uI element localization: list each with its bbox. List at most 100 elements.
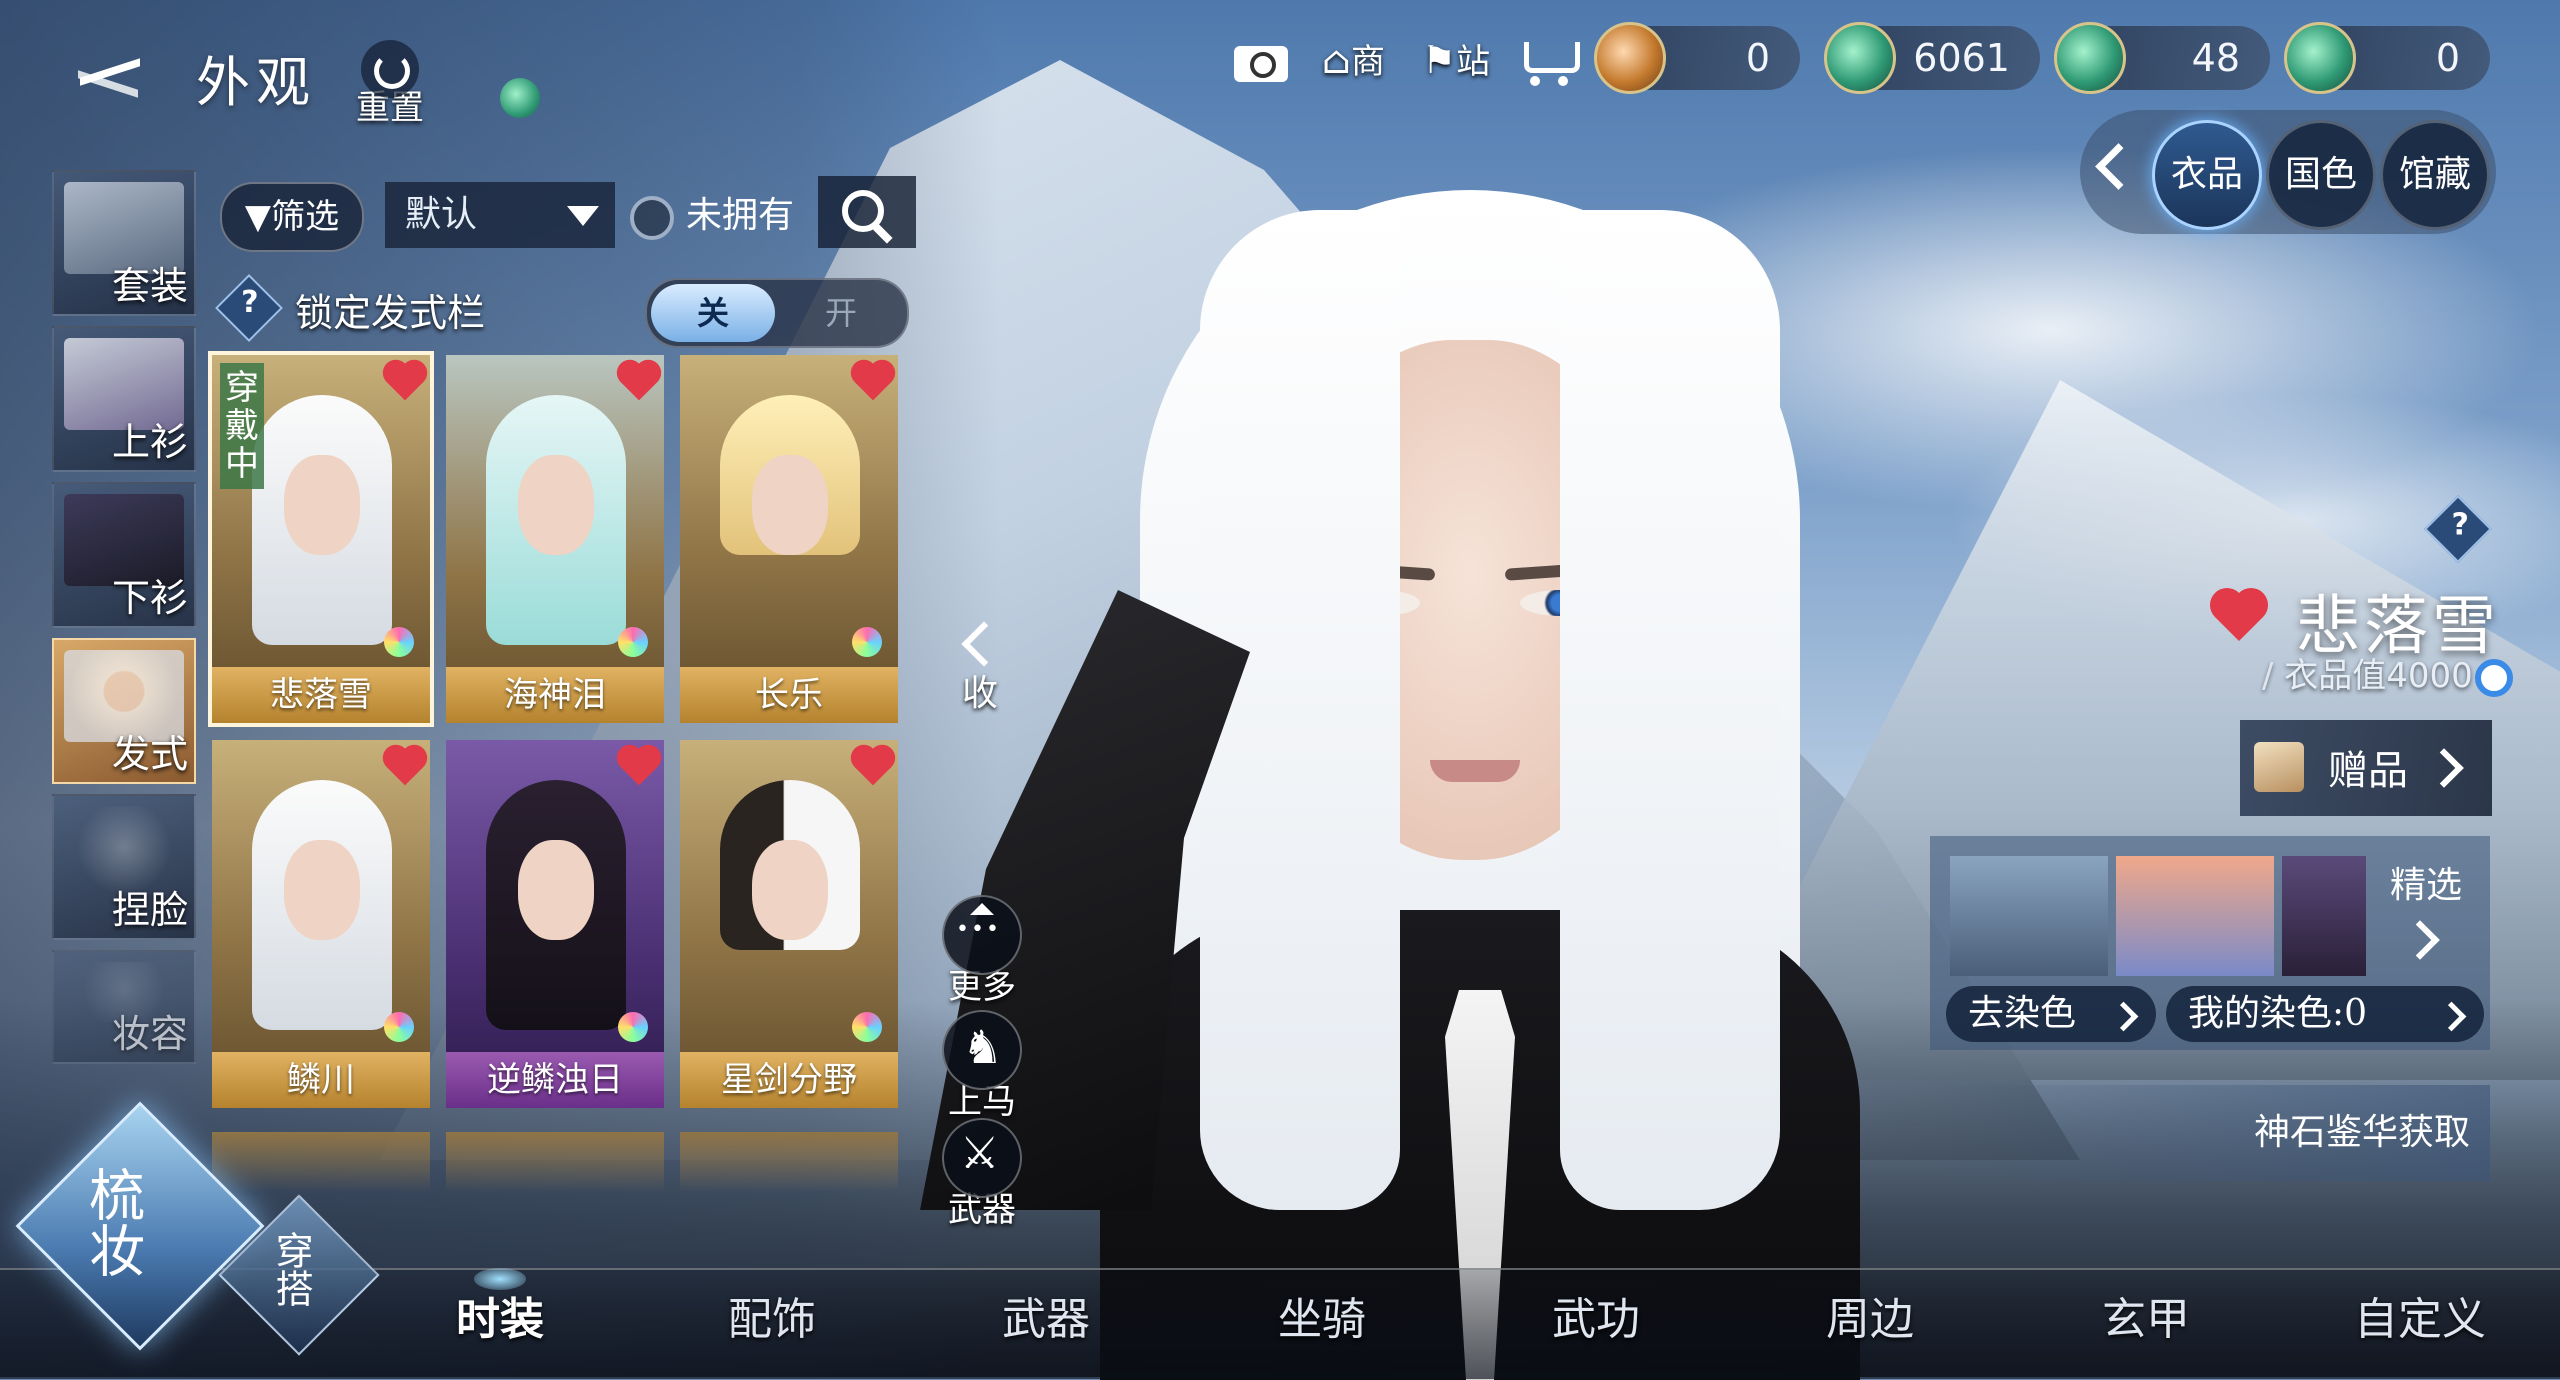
tab-peripherals[interactable]: 周边 bbox=[1780, 1280, 1960, 1360]
currency-value: 0 bbox=[1745, 36, 1770, 80]
help-glyph: ? bbox=[241, 284, 259, 320]
tab-accessories[interactable]: 配饰 bbox=[682, 1280, 862, 1360]
chevron-left-icon bbox=[961, 621, 1007, 667]
sort-dropdown[interactable]: 默认 bbox=[385, 182, 615, 248]
camera-button[interactable] bbox=[1230, 30, 1292, 90]
tab-collection[interactable]: 馆藏 bbox=[2380, 120, 2490, 230]
hairstyle-card[interactable]: 星剑分野 bbox=[680, 740, 898, 1108]
lock-toggle[interactable]: 关 开 bbox=[645, 278, 909, 348]
tab-fashion[interactable]: 时装 bbox=[410, 1268, 590, 1360]
mount-button[interactable]: 上马 bbox=[940, 1010, 1024, 1123]
tab-custom[interactable]: 自定义 bbox=[2330, 1280, 2510, 1360]
chevron-right-icon bbox=[2400, 920, 2440, 960]
currency-jade-gold[interactable]: 0 bbox=[1594, 22, 1800, 94]
hairstyle-card-partial[interactable] bbox=[212, 1132, 430, 1192]
dye-orb-icon bbox=[384, 627, 414, 657]
dye-panel: 精选 去染色 我的染色:0 bbox=[1930, 836, 2490, 1050]
gift-label: 赠品 bbox=[2328, 748, 2408, 794]
right-tab-group: 衣品 国色 馆藏 bbox=[2080, 110, 2496, 234]
tab-martial-arts[interactable]: 武功 bbox=[1506, 1280, 1686, 1360]
currency-jade-3[interactable]: 0 bbox=[2284, 22, 2490, 94]
collapse-label: 收 bbox=[961, 673, 998, 714]
category-tab-hairstyle[interactable]: 发式 bbox=[52, 638, 196, 784]
dye-preview[interactable] bbox=[2116, 856, 2274, 976]
funnel-icon: ▼ bbox=[244, 197, 272, 237]
station-button[interactable]: ⚑站 bbox=[1422, 30, 1502, 90]
filter-label: 筛选 bbox=[271, 197, 340, 237]
dye-orb-icon bbox=[384, 1012, 414, 1042]
hairstyle-card[interactable]: 长乐 bbox=[680, 355, 898, 723]
chevron-left-icon[interactable] bbox=[2095, 143, 2142, 190]
hairstyle-name: 鳞川 bbox=[212, 1052, 430, 1108]
info-dot-icon[interactable] bbox=[2474, 658, 2513, 697]
hairstyle-card[interactable]: 海神泪 bbox=[446, 355, 664, 723]
currency-value: 48 bbox=[2191, 36, 2240, 80]
hairstyle-card-partial[interactable] bbox=[680, 1132, 898, 1192]
hairstyle-card[interactable]: 穿戴中 悲落雪 bbox=[208, 351, 434, 727]
hairstyle-portrait bbox=[232, 780, 410, 1030]
shop-icon: ⌂ bbox=[1322, 38, 1352, 82]
hairstyle-card-partial[interactable] bbox=[446, 1132, 664, 1192]
hairstyle-name: 悲落雪 bbox=[212, 667, 430, 723]
chevron-down-icon bbox=[567, 206, 599, 226]
jade-orb-icon[interactable] bbox=[500, 78, 540, 118]
reset-button[interactable]: 重置 bbox=[350, 40, 430, 130]
clothing-value: / 衣品值4000 bbox=[2262, 648, 2513, 697]
value-text: 衣品值4000 bbox=[2284, 656, 2473, 696]
search-button[interactable] bbox=[818, 176, 916, 248]
category-tab-suit[interactable]: 套装 bbox=[52, 170, 196, 316]
category-tab-top[interactable]: 上衫 bbox=[52, 326, 196, 472]
currency-jade-2[interactable]: 48 bbox=[2054, 22, 2270, 94]
collapse-button[interactable]: 收 bbox=[950, 621, 1010, 738]
help-glyph: ? bbox=[2451, 507, 2469, 543]
unowned-checkbox[interactable]: 未拥有 bbox=[630, 186, 794, 246]
featured-button[interactable]: 精选 bbox=[2376, 856, 2476, 976]
mouth bbox=[1430, 760, 1520, 782]
more-button[interactable]: 更多 bbox=[940, 895, 1024, 1008]
hair-strand-right bbox=[1560, 210, 1780, 1210]
dye-orb-icon bbox=[618, 1012, 648, 1042]
sword-icon bbox=[942, 1118, 1022, 1198]
tab-mounts[interactable]: 坐骑 bbox=[1232, 1280, 1412, 1360]
remove-dye-button[interactable]: 去染色 bbox=[1946, 986, 2156, 1042]
chevron-right-icon bbox=[2108, 1001, 2139, 1032]
dye-preview[interactable] bbox=[2282, 856, 2366, 976]
dye-orb-icon bbox=[852, 1012, 882, 1042]
weapon-button[interactable]: 武器 bbox=[940, 1118, 1024, 1231]
character-model[interactable] bbox=[920, 190, 1880, 1380]
jade-gold-coin-icon bbox=[1594, 22, 1666, 94]
category-label: 上衫 bbox=[111, 420, 188, 464]
category-tab-bottom[interactable]: 下衫 bbox=[52, 482, 196, 628]
hairstyle-card[interactable]: 鳞川 bbox=[212, 740, 430, 1108]
remove-dye-label: 去染色 bbox=[1968, 993, 2077, 1034]
my-dye-label: 我的染色:0 bbox=[2188, 993, 2368, 1034]
my-dye-button[interactable]: 我的染色:0 bbox=[2166, 986, 2484, 1042]
gift-thumbnail bbox=[2254, 742, 2304, 792]
chevron-right-icon bbox=[2436, 1001, 2467, 1032]
hairstyle-portrait bbox=[700, 395, 878, 645]
category-label: 捏脸 bbox=[111, 888, 188, 932]
category-tab-face[interactable]: 捏脸 bbox=[52, 794, 196, 940]
lock-off-option[interactable]: 关 bbox=[651, 284, 775, 342]
currency-value: 0 bbox=[2435, 36, 2460, 80]
filter-button[interactable]: ▼筛选 bbox=[220, 182, 364, 252]
stone-acquire-button[interactable]: 神石鉴华获取 bbox=[1930, 1085, 2490, 1181]
hair-strand-left bbox=[1200, 210, 1400, 1210]
hairstyle-card[interactable]: 逆鳞浊日 bbox=[446, 740, 664, 1108]
gift-button[interactable]: 赠品 bbox=[2240, 720, 2492, 816]
lock-label: 锁定发式栏 bbox=[295, 291, 486, 335]
jade-coin-icon bbox=[1824, 22, 1896, 94]
tab-weapons[interactable]: 武器 bbox=[956, 1280, 1136, 1360]
currency-jade-1[interactable]: 6061 bbox=[1824, 22, 2040, 94]
back-button[interactable] bbox=[70, 50, 160, 100]
hairstyle-name: 海神泪 bbox=[446, 667, 664, 723]
lock-on-option[interactable]: 开 bbox=[779, 284, 903, 342]
cart-button[interactable] bbox=[1520, 30, 1584, 90]
dye-preview[interactable] bbox=[1950, 856, 2108, 976]
tab-armor[interactable]: 玄甲 bbox=[2056, 1280, 2236, 1360]
shop-button[interactable]: ⌂商 bbox=[1322, 30, 1402, 90]
category-label: 发式 bbox=[111, 732, 188, 776]
tab-clothing-quality[interactable]: 衣品 bbox=[2152, 120, 2262, 230]
category-tab-makeup[interactable]: 妆容 bbox=[52, 950, 196, 1064]
tab-national-color[interactable]: 国色 bbox=[2266, 120, 2376, 230]
